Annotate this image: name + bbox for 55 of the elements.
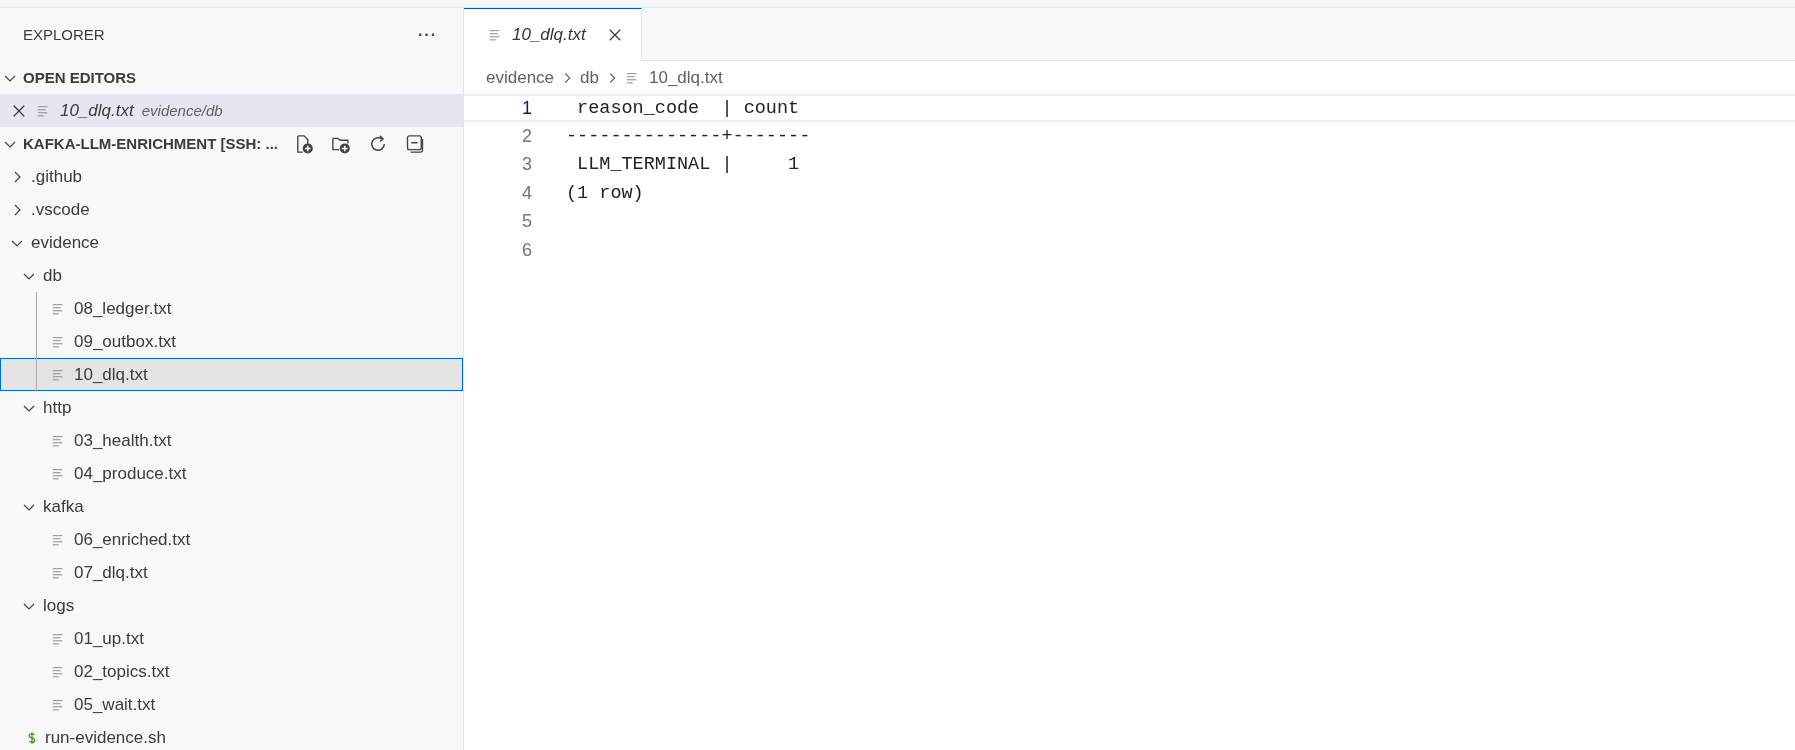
line-number: 1: [521, 97, 533, 119]
close-icon: [12, 103, 26, 118]
text-file-icon: [488, 28, 502, 42]
refresh-icon: [368, 133, 388, 154]
line-number: 3: [521, 154, 533, 176]
file-item[interactable]: 08_ledger.txt: [0, 292, 463, 325]
line-number: 4: [521, 182, 533, 204]
explorer-title: EXPLORER: [23, 26, 105, 43]
folder-item[interactable]: db: [0, 259, 463, 292]
close-icon: [607, 28, 622, 42]
code-line: LLM_TERMINAL | 1: [576, 154, 800, 176]
file-item[interactable]: 07_dlq.txt: [0, 556, 463, 589]
text-file-icon: [51, 367, 65, 382]
code-line: --------------+-------: [566, 126, 811, 148]
text-file-icon: [51, 697, 65, 712]
folder-item[interactable]: .github: [0, 160, 463, 193]
file-item[interactable]: 01_up.txt: [0, 622, 463, 655]
text-file-icon: [51, 565, 65, 580]
section-header[interactable]: KAFKA-LLM-ENRICHMENT [SSH: ...: [0, 127, 463, 160]
line-number: 2: [521, 126, 533, 148]
file-item[interactable]: 02_topics.txt: [0, 655, 463, 688]
line-number: 5: [521, 211, 533, 233]
code-line: reason_code | count: [576, 97, 800, 119]
breadcrumb-item[interactable]: 10_dlq.txt: [625, 67, 723, 88]
file-item[interactable]: 05_wait.txt: [0, 688, 463, 721]
more-actions-button[interactable]: ···: [418, 25, 437, 44]
text-file-icon: [51, 334, 65, 349]
text-file-icon: [625, 70, 639, 85]
text-file-icon: [36, 103, 50, 118]
folder-item[interactable]: evidence: [0, 226, 463, 259]
text-file-icon: [51, 301, 65, 316]
text-file-icon: [51, 433, 65, 448]
folder-item[interactable]: http: [0, 391, 463, 424]
collapse-all-icon: [405, 133, 425, 154]
code-line: (1 row): [566, 182, 644, 204]
text-file-icon: [51, 466, 65, 481]
open-editor-item[interactable]: 10_dlq.txt evidence/db: [0, 94, 463, 127]
folder-item[interactable]: logs: [0, 589, 463, 622]
text-file-icon: [51, 664, 65, 679]
new-file-icon: [294, 133, 314, 154]
editor-tab[interactable]: 10_dlq.txt: [464, 8, 642, 61]
folder-item[interactable]: kafka: [0, 490, 463, 523]
file-item[interactable]: 06_enriched.txt: [0, 523, 463, 556]
breadcrumb-item[interactable]: db: [580, 67, 599, 88]
folder-item[interactable]: .vscode: [0, 193, 463, 226]
text-file-icon: [51, 532, 65, 547]
file-item[interactable]: run-evidence.sh: [0, 721, 463, 750]
line-number: 6: [521, 239, 533, 261]
text-file-icon: [51, 631, 65, 646]
file-item[interactable]: 04_produce.txt: [0, 457, 463, 490]
section-header[interactable]: OPEN EDITORS: [0, 61, 463, 94]
file-item[interactable]: 09_outbox.txt: [0, 325, 463, 358]
file-item[interactable]: 10_dlq.txt: [0, 358, 463, 391]
breadcrumb-item[interactable]: evidence: [486, 67, 555, 88]
file-item[interactable]: 03_health.txt: [0, 424, 463, 457]
